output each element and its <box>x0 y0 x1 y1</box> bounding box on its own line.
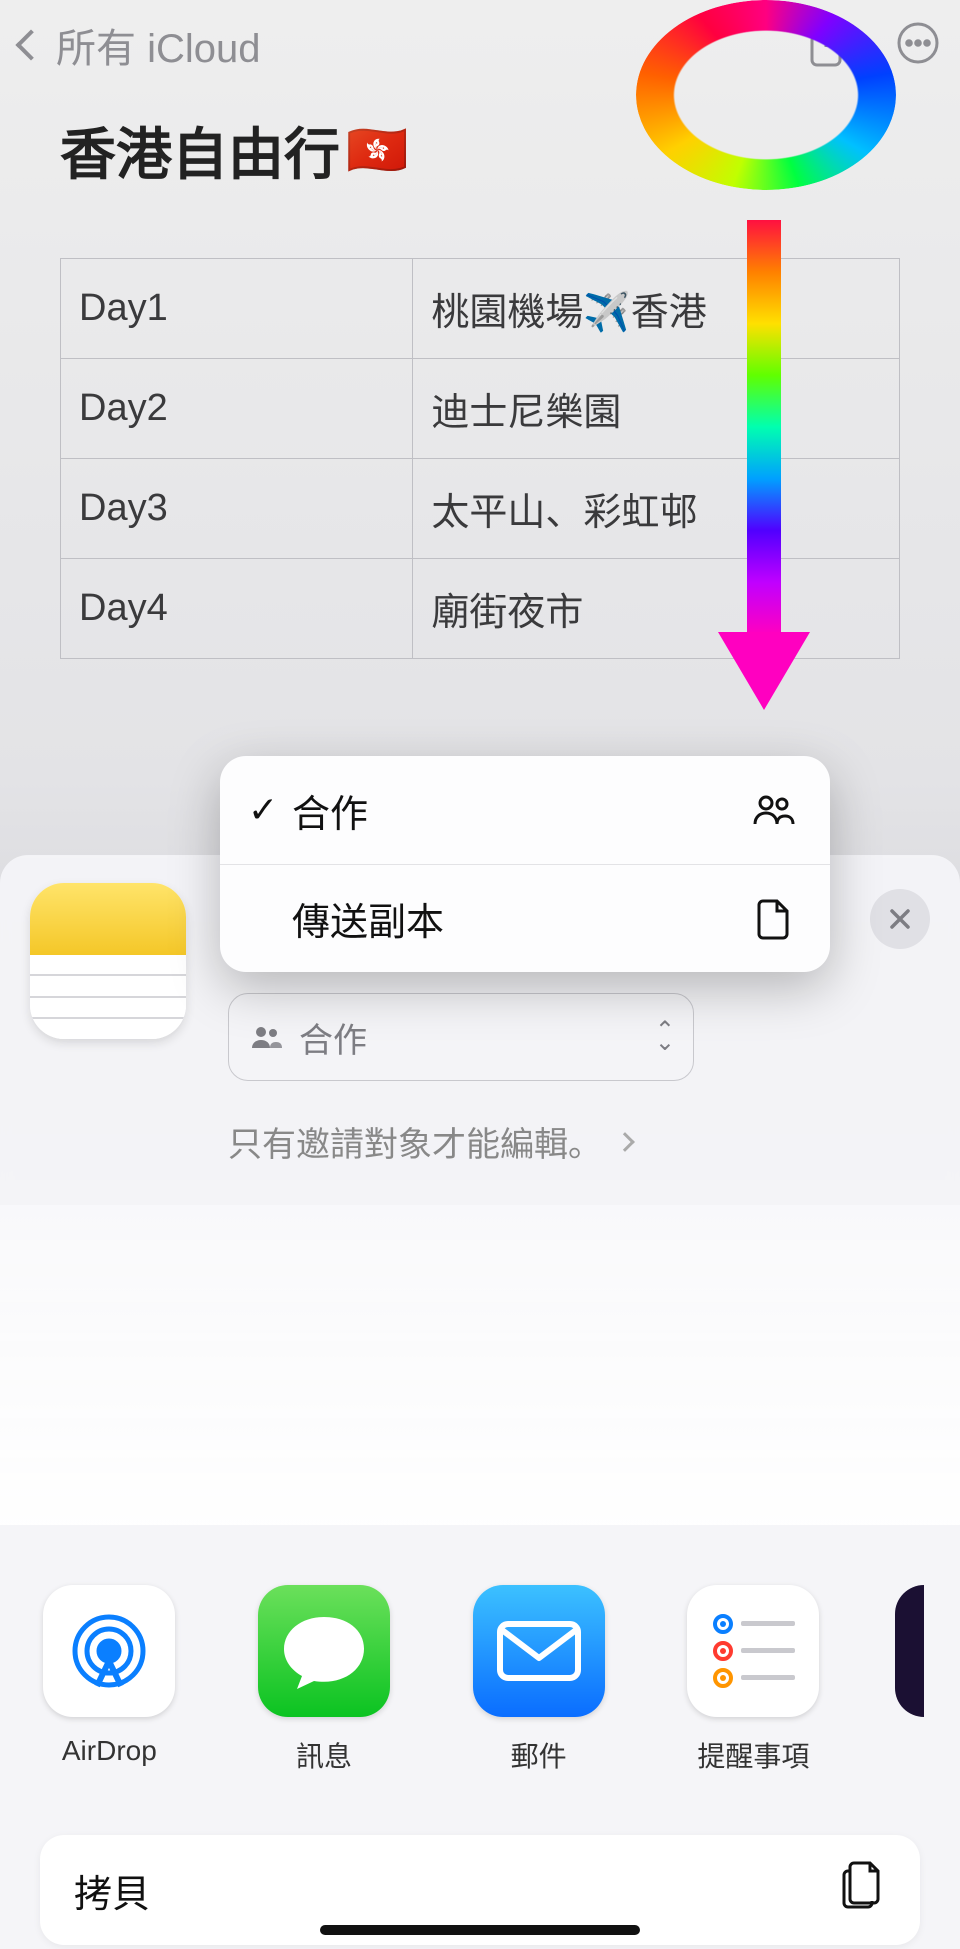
back-button[interactable]: 所有 iCloud <box>20 16 261 74</box>
annotation-arrow <box>740 220 788 710</box>
share-app-messages[interactable]: 訊息 <box>251 1585 398 1775</box>
popover-label: 合作 <box>292 783 752 838</box>
people-icon <box>752 794 796 826</box>
notes-app-icon <box>30 883 186 1039</box>
chevron-updown-icon: ⌃⌄ <box>655 1025 671 1049</box>
home-indicator[interactable] <box>320 1925 640 1935</box>
chevron-right-icon <box>615 1132 635 1152</box>
document-icon <box>752 898 796 940</box>
annotation-circle <box>636 0 896 190</box>
share-app-reminders[interactable]: 提醒事項 <box>680 1585 827 1775</box>
permission-label: 只有邀請對象才能編輯。 <box>228 1117 602 1166</box>
mail-icon <box>473 1585 605 1717</box>
people-icon <box>251 1025 283 1049</box>
airdrop-icon <box>43 1585 175 1717</box>
documents-icon <box>840 1859 886 1921</box>
more-icon[interactable] <box>896 21 940 70</box>
share-apps-row: AirDrop 訊息 郵件 <box>0 1585 960 1775</box>
permission-row[interactable]: 只有邀請對象才能編輯。 <box>228 1117 930 1166</box>
back-label: 所有 iCloud <box>56 16 261 74</box>
note-title: 香港自由行🇭🇰 <box>60 110 408 191</box>
chevron-left-icon <box>15 29 46 60</box>
share-sheet: 合作 ⌃⌄ 只有邀請對象才能編輯。 AirDrop <box>0 855 960 1949</box>
share-app-airdrop[interactable]: AirDrop <box>36 1585 183 1775</box>
popover-label: 傳送副本 <box>292 891 752 946</box>
contacts-row-placeholder <box>0 1205 960 1525</box>
share-mode-popover: ✓ 合作 傳送副本 <box>220 756 830 972</box>
action-label: 拷貝 <box>74 1863 150 1918</box>
share-mode-label: 合作 <box>299 1013 367 1062</box>
messages-icon <box>258 1585 390 1717</box>
share-app-mail[interactable]: 郵件 <box>465 1585 612 1775</box>
checkmark-icon: ✓ <box>248 789 292 831</box>
popover-option-collaborate[interactable]: ✓ 合作 <box>220 756 830 864</box>
share-app-partial[interactable] <box>895 1585 924 1717</box>
popover-option-send-copy[interactable]: 傳送副本 <box>220 864 830 972</box>
flag-icon: 🇭🇰 <box>346 121 408 180</box>
reminders-icon <box>687 1585 819 1717</box>
share-mode-select[interactable]: 合作 ⌃⌄ <box>228 993 694 1081</box>
close-button[interactable] <box>870 889 930 949</box>
